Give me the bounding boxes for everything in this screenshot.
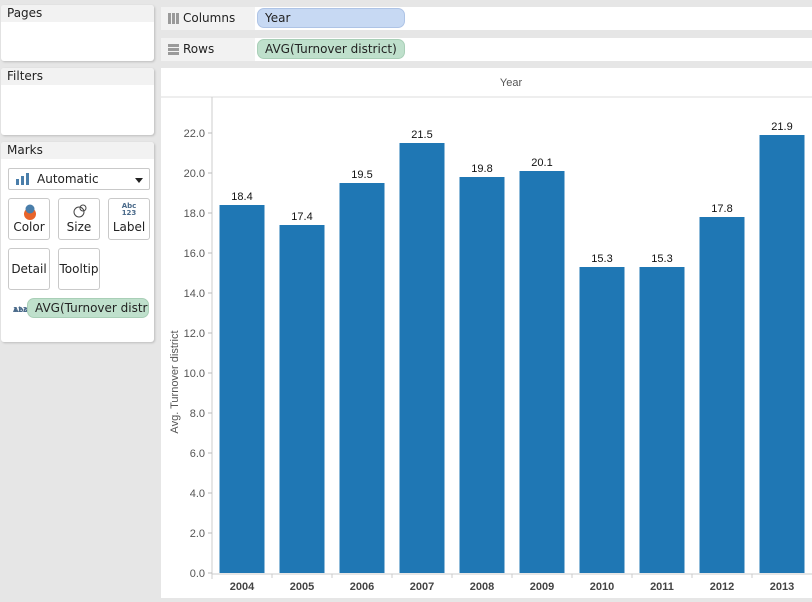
detail-label: Detail: [11, 262, 47, 276]
x-tick-label: 2007: [410, 581, 434, 593]
y-tick-label: 10.0: [184, 368, 205, 380]
color-label: Color: [13, 220, 45, 234]
bar-chart-icon: [16, 173, 30, 185]
bar-value-label: 15.3: [591, 253, 612, 265]
y-tick-label: 6.0: [190, 448, 205, 460]
rows-shelf-header: Rows: [161, 38, 255, 61]
bar-2007[interactable]: [399, 143, 445, 573]
bar-2009[interactable]: [519, 171, 565, 573]
bar-2010[interactable]: [579, 267, 625, 573]
mark-type-dropdown[interactable]: Automatic: [8, 168, 150, 190]
y-tick-label: 0.0: [190, 568, 205, 580]
y-axis-label: Avg. Turnover district: [169, 330, 181, 433]
bar-value-label: 20.1: [531, 157, 552, 169]
rows-label: Rows: [183, 42, 215, 56]
pages-card[interactable]: Pages: [1, 5, 154, 61]
bar-value-label: 21.9: [771, 121, 792, 133]
y-tick-label: 12.0: [184, 328, 205, 340]
y-tick-label: 18.0: [184, 208, 205, 220]
bar-2013[interactable]: [759, 135, 805, 573]
size-button[interactable]: Size: [58, 198, 100, 240]
chart-title: Year: [500, 77, 523, 89]
tooltip-label: Tooltip: [59, 262, 99, 276]
x-tick-label: 2006: [350, 581, 374, 593]
filters-title: Filters: [1, 68, 154, 85]
marks-title: Marks: [1, 142, 154, 159]
x-tick-label: 2011: [650, 581, 674, 593]
x-tick-label: 2009: [530, 581, 554, 593]
label-label: Label: [112, 220, 146, 234]
rows-icon: [168, 44, 179, 55]
x-tick-label: 2008: [470, 581, 494, 593]
bar-value-label: 19.5: [351, 169, 372, 181]
bar-2008[interactable]: [459, 177, 505, 573]
chart-view: Year Avg. Turnover district 0.0 2.0 4.0 6.0…: [161, 68, 812, 598]
filters-card[interactable]: Filters: [1, 68, 154, 135]
x-tick-label: 2005: [290, 581, 314, 593]
size-icon: [73, 204, 87, 218]
color-icon: [24, 204, 36, 220]
y-tick-label: 2.0: [190, 528, 205, 540]
color-button[interactable]: Color: [8, 198, 50, 240]
bar-chart: Year Avg. Turnover district 0.0 2.0 4.0 6.0…: [161, 77, 812, 593]
bar-2012[interactable]: [699, 217, 745, 573]
label-field-pill[interactable]: AVG(Turnover distri..: [27, 298, 149, 318]
bar-2006[interactable]: [339, 183, 385, 573]
label-button[interactable]: Abc 123 Label: [108, 198, 150, 240]
marks-label-field: Abc 123 AVG(Turnover distri..: [1, 297, 154, 321]
y-tick-label: 4.0: [190, 488, 205, 500]
y-tick-label: 22.0: [184, 128, 205, 140]
x-tick-label: 2012: [710, 581, 734, 593]
y-tick-label: 20.0: [184, 168, 205, 180]
bars: 18.4 17.4 19.5 21.5 19.8 20.1 15.3 15.3 17.8 21.9: [219, 121, 805, 573]
bar-value-label: 15.3: [651, 253, 672, 265]
columns-icon: [168, 13, 179, 24]
bar-2004[interactable]: [219, 205, 265, 573]
x-tick-label: 2010: [590, 581, 614, 593]
x-tick-label: 2013: [770, 581, 794, 593]
columns-pill-year[interactable]: Year: [257, 8, 405, 28]
bar-value-label: 19.8: [471, 163, 492, 175]
bar-value-label: 17.4: [291, 211, 312, 223]
detail-button[interactable]: Detail: [8, 248, 50, 290]
columns-label: Columns: [183, 11, 236, 25]
y-tick-label: 16.0: [184, 248, 205, 260]
x-axis: 2004 2005 2006 2007 2008 2009 2010 2011 2012 2013: [212, 573, 812, 593]
bar-2011[interactable]: [639, 267, 685, 573]
y-tick-label: 8.0: [190, 408, 205, 420]
bar-2005[interactable]: [279, 225, 325, 573]
rows-shelf[interactable]: Rows AVG(Turnover district): [161, 38, 812, 61]
bar-value-label: 17.8: [711, 203, 732, 215]
bar-value-label: 21.5: [411, 129, 432, 141]
mark-type-value: Automatic: [37, 172, 99, 186]
columns-shelf[interactable]: Columns Year: [161, 7, 812, 30]
y-axis: 0.0 2.0 4.0 6.0 8.0 10.0 12.0 14.0 16.0 18.0 20.0 2…: [184, 97, 213, 580]
chevron-down-icon: [135, 178, 143, 183]
tooltip-button[interactable]: Tooltip: [58, 248, 100, 290]
rows-pill-avg-turnover[interactable]: AVG(Turnover district): [257, 39, 405, 59]
columns-shelf-header: Columns: [161, 7, 255, 30]
bar-value-label: 18.4: [231, 191, 252, 203]
x-tick-label: 2004: [230, 581, 255, 593]
text-label-icon: Abc 123: [121, 202, 137, 217]
size-label: Size: [66, 220, 92, 234]
marks-card: Marks Automatic Color Size Abc 123 Label…: [1, 142, 154, 342]
y-tick-label: 14.0: [184, 288, 205, 300]
pages-title: Pages: [1, 5, 154, 22]
